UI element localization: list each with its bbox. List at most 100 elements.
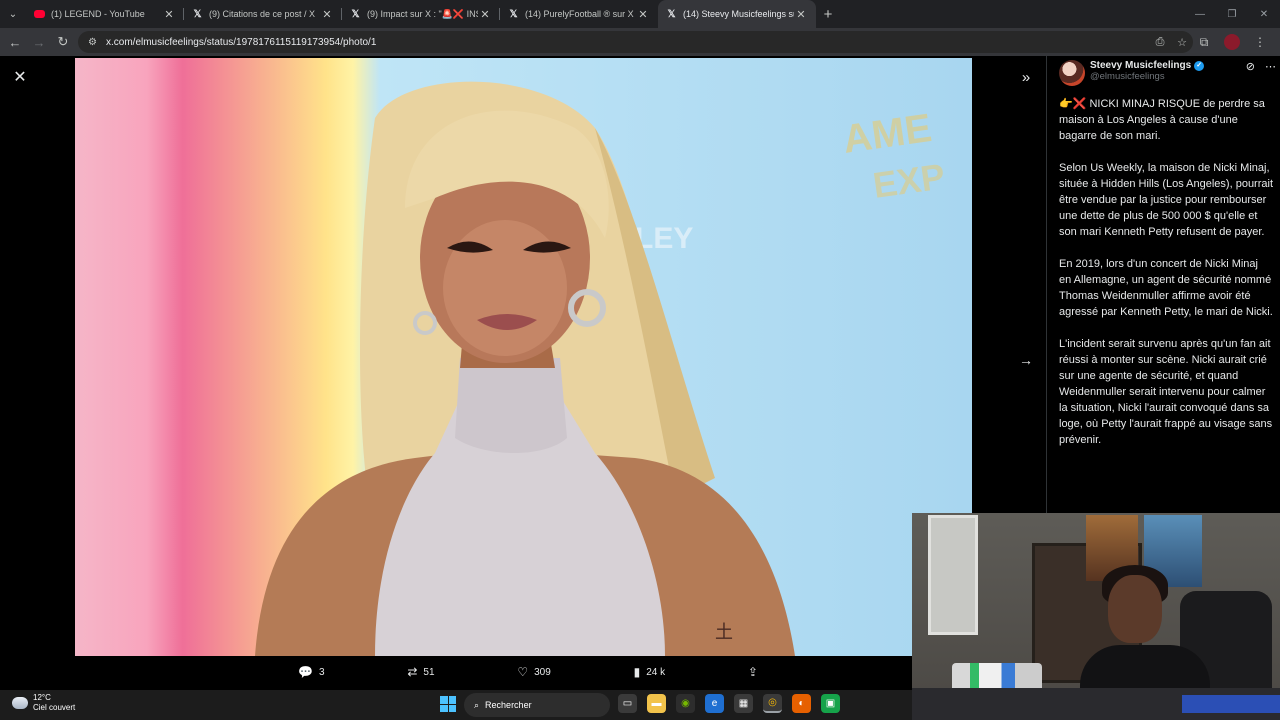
- x-logo-icon: 𝕏: [193, 8, 202, 20]
- search-icon: ⌕: [474, 699, 480, 710]
- share-button[interactable]: ⇪: [748, 665, 758, 679]
- windows-taskbar: 12°C Ciel couvert ⌕ Rechercher ▭ ▬ ◉ e ▦…: [0, 690, 912, 720]
- collapse-panel-icon[interactable]: »: [1016, 68, 1036, 88]
- author-handle[interactable]: @elmusicfeelings: [1090, 71, 1269, 82]
- grok-icon[interactable]: ⊘: [1246, 60, 1255, 73]
- tab-title: (14) Steevy Musicfeelings sur X: [683, 9, 794, 19]
- taskbar-search[interactable]: ⌕ Rechercher: [464, 693, 610, 717]
- browser-toolbar: ← → ↻ ⚙ x.com/elmusicfeelings/status/197…: [0, 28, 1280, 56]
- cloud-icon: [12, 697, 28, 709]
- weather-temp: 12°C: [33, 693, 51, 702]
- menu-kebab-icon[interactable]: ⋮: [1246, 35, 1274, 49]
- webcam-overlay: [912, 513, 1280, 720]
- profile-avatar[interactable]: [1224, 34, 1240, 50]
- window-controls: — ❐ ✕: [1184, 0, 1280, 28]
- tab-close-icon[interactable]: ✕: [320, 8, 334, 21]
- tweet-paragraph: En 2019, lors d'un concert de Nicki Mina…: [1059, 258, 1273, 318]
- tab-close-icon[interactable]: ✕: [794, 8, 808, 21]
- tab-citations[interactable]: 𝕏 (9) Citations de ce post / X ✕: [184, 0, 342, 28]
- webcam-window: [928, 515, 978, 635]
- site-info-icon[interactable]: ⚙: [88, 37, 100, 48]
- tab-purelyfootball[interactable]: 𝕏 (14) PurelyFootball ® sur X : "T ✕: [500, 0, 658, 28]
- weather-widget[interactable]: 12°C Ciel couvert: [12, 693, 75, 713]
- svg-text:土: 土: [715, 622, 733, 643]
- weather-desc: Ciel couvert: [33, 703, 76, 712]
- nvidia-icon[interactable]: ◉: [676, 694, 695, 713]
- chrome-icon[interactable]: ◎: [763, 694, 782, 713]
- svg-text:EXP: EXP: [870, 155, 947, 206]
- tweet-paragraph: 👉❌ NICKI MINAJ RISQUE de perdre sa maiso…: [1059, 98, 1265, 142]
- tweet-photo[interactable]: AME EXP LEY 土: [75, 58, 972, 656]
- reload-icon[interactable]: ↻: [51, 28, 75, 56]
- author-avatar[interactable]: [1059, 60, 1085, 86]
- reply-button[interactable]: 💬 3: [298, 665, 325, 679]
- tweet-author[interactable]: Steevy Musicfeelings ✓ @elmusicfeelings: [1059, 60, 1269, 88]
- tab-close-icon[interactable]: ✕: [636, 8, 650, 21]
- x-logo-icon: 𝕏: [509, 8, 518, 20]
- edge-icon[interactable]: e: [705, 694, 724, 713]
- repost-button[interactable]: ⇄ 51: [407, 665, 434, 679]
- x-logo-icon: 𝕏: [351, 8, 360, 20]
- install-app-icon[interactable]: ⎙: [1149, 36, 1171, 49]
- taskbar-search-label: Rechercher: [485, 700, 532, 710]
- tab-title: (1) LEGEND - YouTube: [51, 9, 145, 19]
- reply-bubble-icon: 💬: [298, 665, 313, 679]
- tweet-paragraph: L'incident serait survenu après qu'un fa…: [1059, 338, 1273, 446]
- webcam-keyboard: [1182, 695, 1280, 713]
- tab-steevy-active[interactable]: 𝕏 (14) Steevy Musicfeelings sur X ✕: [658, 0, 816, 28]
- taskbar-apps: ▭ ▬ ◉ e ▦ ◎ ◐ ▣: [618, 694, 840, 713]
- views-chart-icon: ▮: [633, 665, 641, 679]
- x-logo-icon: 𝕏: [667, 8, 676, 20]
- store-icon[interactable]: ▦: [734, 694, 753, 713]
- like-button[interactable]: ♡ 309: [517, 665, 550, 679]
- views-button[interactable]: ▮ 24 k: [634, 665, 666, 679]
- streamer-head: [1108, 575, 1162, 643]
- tweet-action-bar: 💬 3 ⇄ 51 ♡ 309 ▮ 24 k ⇪: [298, 660, 758, 684]
- next-photo-arrow-icon[interactable]: →: [1016, 350, 1036, 370]
- heart-icon: ♡: [517, 665, 529, 679]
- share-icon: ⇪: [747, 665, 758, 679]
- url-text[interactable]: x.com/elmusicfeelings/status/19781761151…: [106, 37, 1149, 48]
- close-window-icon[interactable]: ✕: [1248, 0, 1280, 28]
- tab-title: (9) Impact sur X : "🚨❌ INSOLITE: [367, 8, 478, 19]
- tab-youtube[interactable]: (1) LEGEND - YouTube ✕: [26, 0, 184, 28]
- minimize-icon[interactable]: —: [1184, 0, 1216, 28]
- tab-close-icon[interactable]: ✕: [478, 8, 492, 21]
- svg-text:AME: AME: [840, 106, 934, 162]
- tweet-paragraph: Selon Us Weekly, la maison de Nicki Mina…: [1059, 162, 1274, 238]
- file-explorer-icon[interactable]: ▬: [647, 694, 666, 713]
- tab-close-icon[interactable]: ✕: [162, 8, 176, 21]
- repost-icon: ⇄: [407, 665, 418, 679]
- tab-search-button[interactable]: ⌄: [0, 0, 26, 28]
- tab-title: (14) PurelyFootball ® sur X : "T: [525, 9, 636, 19]
- like-count: 309: [534, 666, 551, 678]
- close-viewer-icon[interactable]: ✕: [10, 68, 30, 88]
- browser-tab-strip: ⌄ (1) LEGEND - YouTube ✕ 𝕏 (9) Citations…: [0, 0, 1280, 28]
- author-name-text: Steevy Musicfeelings: [1090, 60, 1192, 71]
- address-bar[interactable]: ⚙ x.com/elmusicfeelings/status/197817611…: [78, 31, 1193, 53]
- new-tab-button[interactable]: +: [816, 6, 840, 23]
- more-options-icon[interactable]: ⋯: [1265, 60, 1276, 73]
- photo-viewer: ✕ AME EXP LEY 土 » → 💬 3 ⇄ 51 ♡ 309 ▮ 24 …: [0, 56, 1046, 690]
- youtube-icon: [34, 10, 45, 18]
- game-app-icon[interactable]: ▣: [821, 694, 840, 713]
- windows-start-icon[interactable]: [440, 696, 456, 712]
- view-count: 24 k: [646, 666, 666, 678]
- maximize-icon[interactable]: ❐: [1216, 0, 1248, 28]
- task-view-icon[interactable]: ▭: [618, 694, 637, 713]
- repost-count: 51: [423, 666, 435, 678]
- author-names: Steevy Musicfeelings ✓ @elmusicfeelings: [1090, 60, 1269, 88]
- firefox-icon[interactable]: ◐: [792, 694, 811, 713]
- extensions-icon[interactable]: ⧉: [1190, 35, 1218, 50]
- tab-title: (9) Citations de ce post / X: [209, 9, 316, 19]
- back-arrow-icon[interactable]: ←: [3, 28, 27, 56]
- toolbar-right: ⧉ ⋮: [1190, 28, 1274, 56]
- forward-arrow-icon[interactable]: →: [27, 28, 51, 56]
- photo-subject-illustration: AME EXP LEY 土: [255, 81, 947, 656]
- pane-header-icons: ⊘ ⋯: [1246, 60, 1276, 73]
- reply-count: 3: [318, 666, 325, 678]
- tweet-text: 👉❌ NICKI MINAJ RISQUE de perdre sa maiso…: [1059, 96, 1273, 464]
- author-display-name[interactable]: Steevy Musicfeelings ✓: [1090, 60, 1269, 71]
- tab-impact[interactable]: 𝕏 (9) Impact sur X : "🚨❌ INSOLITE ✕: [342, 0, 500, 28]
- verified-badge-icon: ✓: [1194, 60, 1205, 71]
